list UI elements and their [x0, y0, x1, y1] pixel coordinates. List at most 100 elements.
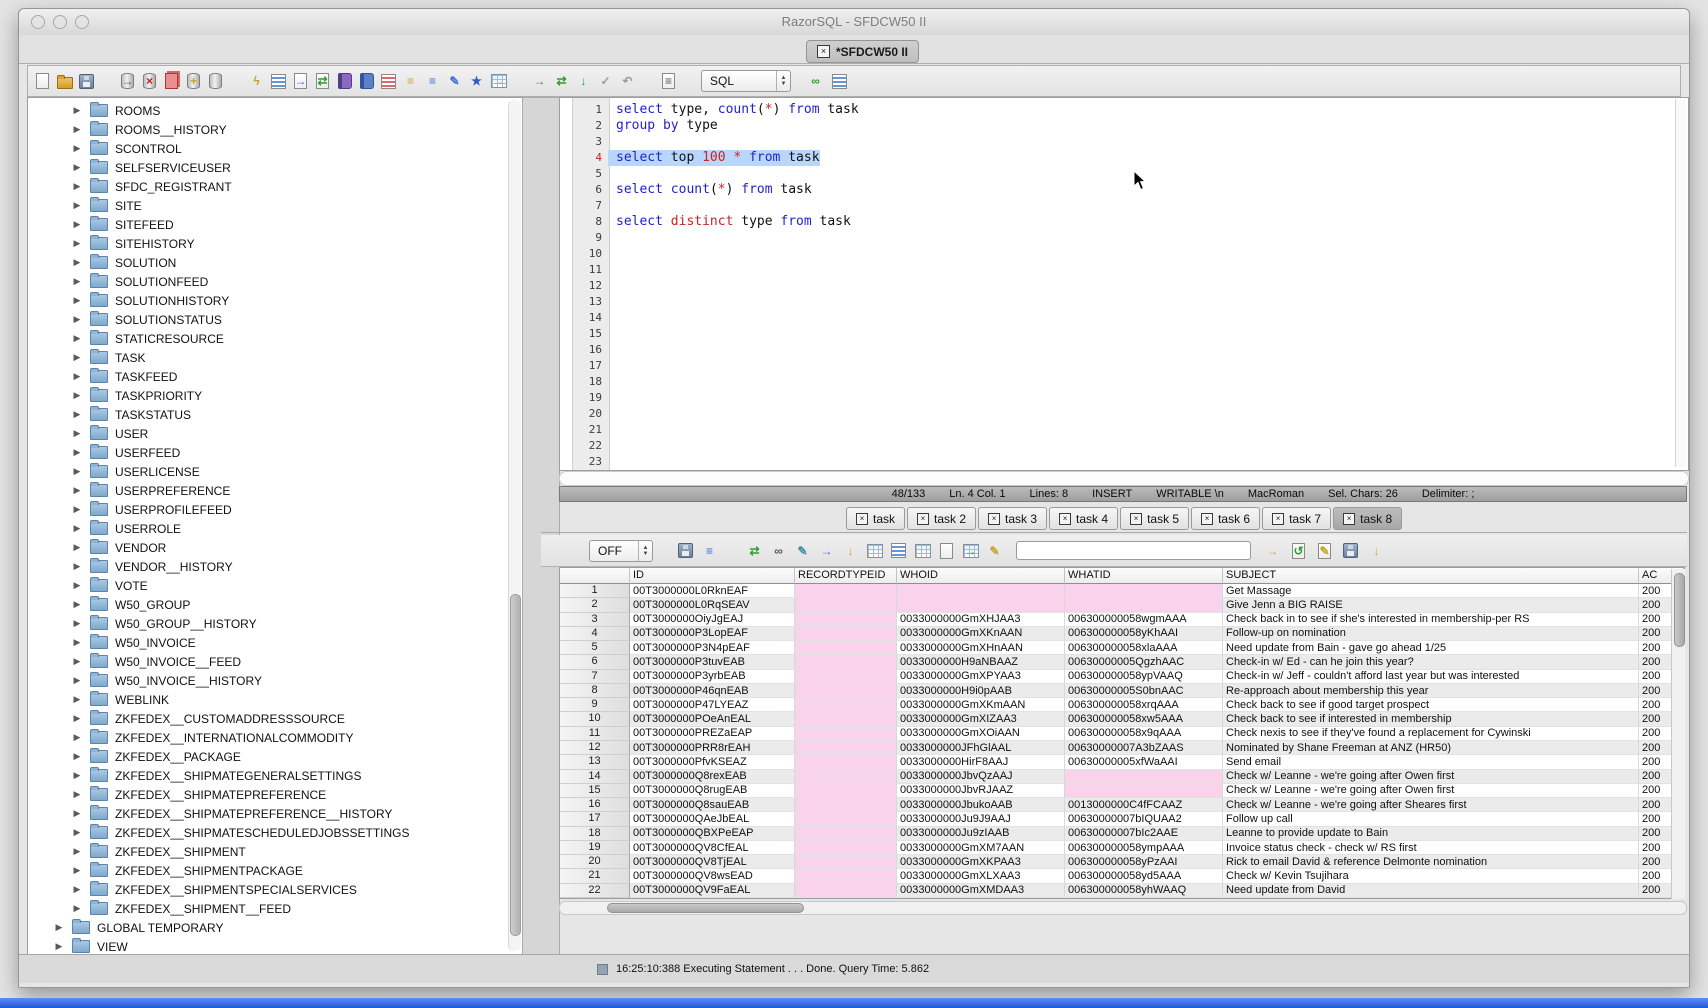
grid-cell[interactable]: Follow-up on nomination: [1223, 627, 1639, 641]
tree-item-rooms[interactable]: ▶ROOMS: [28, 101, 508, 120]
grid-cell[interactable]: [795, 598, 897, 612]
grid-cell[interactable]: 00T3000000QV8CfEAL: [630, 841, 795, 855]
export-results-icon[interactable]: ↺: [1290, 542, 1307, 559]
copy-icon[interactable]: [163, 73, 180, 90]
row-number[interactable]: 17: [560, 812, 630, 826]
code-line[interactable]: 15: [572, 326, 1688, 342]
grid-cell[interactable]: 006300000058wgmAAA: [1065, 613, 1223, 627]
row-number[interactable]: 22: [560, 884, 630, 898]
grid-cell[interactable]: [795, 584, 897, 598]
code-line[interactable]: 3: [572, 134, 1688, 150]
grid-cell[interactable]: 006300000058yKhAAI: [1065, 627, 1223, 641]
grid-cell[interactable]: Give Jenn a BIG RAISE: [1223, 598, 1639, 612]
grid-cell[interactable]: [795, 812, 897, 826]
code-line[interactable]: 5: [572, 166, 1688, 182]
select-options-icon[interactable]: [890, 542, 907, 559]
grid-cell[interactable]: 006300000058yPzAAI: [1065, 855, 1223, 869]
grid-cell[interactable]: Check w/ Kevin Tsujihara: [1223, 869, 1639, 883]
tree-item-w50-invoice-feed[interactable]: ▶W50_INVOICE__FEED: [28, 652, 508, 671]
tree-item-userpreference[interactable]: ▶USERPREFERENCE: [28, 481, 508, 500]
grid-cell[interactable]: 00630000005S0bnAAC: [1065, 684, 1223, 698]
tree-item-zkfedex-internationalcommodity[interactable]: ▶ZKFEDEX__INTERNATIONALCOMMODITY: [28, 728, 508, 747]
grid-cell[interactable]: 00T3000000P3LopEAF: [630, 627, 795, 641]
row-number[interactable]: 15: [560, 784, 630, 798]
code-line[interactable]: 11: [572, 262, 1688, 278]
expand-triangle-icon[interactable]: ▶: [72, 238, 82, 249]
expand-triangle-icon[interactable]: ▶: [72, 314, 82, 325]
grid-cell[interactable]: Check back to see if good target prospec…: [1223, 698, 1639, 712]
grid-cell[interactable]: Check back to see if interested in membe…: [1223, 712, 1639, 726]
grid-cell[interactable]: 0033000000GmXPYAA3: [897, 670, 1065, 684]
tree-item-site[interactable]: ▶SITE: [28, 196, 508, 215]
tree-item-solution[interactable]: ▶SOLUTION: [28, 253, 508, 272]
tree-item-user[interactable]: ▶USER: [28, 424, 508, 443]
grid-cell[interactable]: [795, 641, 897, 655]
tree-item-zkfedex-customaddresssource[interactable]: ▶ZKFEDEX__CUSTOMADDRESSSOURCE: [28, 709, 508, 728]
refresh-results-icon[interactable]: ⇄: [746, 542, 763, 559]
rollback-icon[interactable]: ↶: [619, 73, 636, 90]
tree-item-task[interactable]: ▶TASK: [28, 348, 508, 367]
row-number[interactable]: 21: [560, 869, 630, 883]
expand-triangle-icon[interactable]: ▶: [72, 599, 82, 610]
table-info-icon[interactable]: [831, 73, 848, 90]
grid-cell[interactable]: Send email: [1223, 755, 1639, 769]
grid-cell[interactable]: [795, 613, 897, 627]
panel-view-icon[interactable]: [914, 542, 931, 559]
tree-item-zkfedex-shipmategeneralsettings[interactable]: ▶ZKFEDEX__SHIPMATEGENERALSETTINGS: [28, 766, 508, 785]
connect-db-icon[interactable]: →: [119, 73, 136, 90]
grid-cell[interactable]: 006300000058xlaAAA: [1065, 641, 1223, 655]
tree-item-userprofilefeed[interactable]: ▶USERPROFILEFEED: [28, 500, 508, 519]
grid-cell[interactable]: [1065, 784, 1223, 798]
grid-cell[interactable]: 0033000000GmXKmAAN: [897, 698, 1065, 712]
grid-cell[interactable]: 00T3000000P3yrbEAB: [630, 670, 795, 684]
fetch-more-icon[interactable]: ↓: [1368, 542, 1385, 559]
fetch-next-icon[interactable]: ↓: [575, 73, 592, 90]
column-header-recordtypeid[interactable]: RECORDTYPEID: [795, 568, 897, 584]
close-tab-icon[interactable]: ×: [1272, 513, 1284, 525]
grid-cell[interactable]: 0033000000GmXM7AAN: [897, 841, 1065, 855]
column-header[interactable]: [560, 568, 630, 584]
grid-cell[interactable]: 00T3000000Q8rugEAB: [630, 784, 795, 798]
grid-horizontal-scrollbar[interactable]: [559, 901, 1687, 915]
save-file-icon[interactable]: [78, 73, 95, 90]
code-line[interactable]: 12: [572, 278, 1688, 294]
grid-cell[interactable]: 00T3000000PREZaEAP: [630, 727, 795, 741]
close-tab-icon[interactable]: ×: [1201, 513, 1213, 525]
tree-item-sitehistory[interactable]: ▶SITEHISTORY: [28, 234, 508, 253]
grid-cell[interactable]: 0033000000Ju9J9AAJ: [897, 812, 1065, 826]
favorites-star-icon[interactable]: ★: [468, 73, 485, 90]
column-header-whoid[interactable]: WHOID: [897, 568, 1065, 584]
grid-cell[interactable]: Check back in to see if she's interested…: [1223, 613, 1639, 627]
grid-cell[interactable]: 0013000000C4fFCAAZ: [1065, 798, 1223, 812]
expand-triangle-icon[interactable]: ▶: [72, 637, 82, 648]
sort-list-icon[interactable]: ≡: [402, 73, 419, 90]
code-line[interactable]: 13: [572, 294, 1688, 310]
import-icon[interactable]: ⇄: [314, 73, 331, 90]
grid-cell[interactable]: [795, 698, 897, 712]
row-number[interactable]: 16: [560, 798, 630, 812]
grid-cell[interactable]: 0033000000GmXIZAA3: [897, 712, 1065, 726]
tree-item-taskfeed[interactable]: ▶TASKFEED: [28, 367, 508, 386]
expand-triangle-icon[interactable]: ▶: [72, 656, 82, 667]
expand-triangle-icon[interactable]: ▶: [72, 504, 82, 515]
grid-cell[interactable]: [897, 598, 1065, 612]
describe-icon[interactable]: ∞: [807, 73, 824, 90]
grid-cell[interactable]: [1065, 770, 1223, 784]
editor-vertical-scrollbar[interactable]: [1675, 99, 1687, 467]
result-tab-task-4[interactable]: ×task 4: [1049, 507, 1118, 530]
grid-cell[interactable]: [795, 884, 897, 898]
grid-cell[interactable]: 00T3000000QBXPeEAP: [630, 827, 795, 841]
code-line[interactable]: 10: [572, 246, 1688, 262]
expand-triangle-icon[interactable]: ▶: [72, 694, 82, 705]
tree-item-zkfedex-shipmatepreference[interactable]: ▶ZKFEDEX__SHIPMATEPREFERENCE: [28, 785, 508, 804]
grid-horizontal-scrollbar-thumb[interactable]: [607, 903, 804, 913]
grid-cell[interactable]: 00T3000000PfvKSEAZ: [630, 755, 795, 769]
results-search-input[interactable]: [1016, 541, 1251, 560]
grid-cell[interactable]: 006300000058yd5AAA: [1065, 869, 1223, 883]
grid-cell[interactable]: Need update from Bain - gave go ahead 1/…: [1223, 641, 1639, 655]
expand-triangle-icon[interactable]: ▶: [72, 846, 82, 857]
expand-triangle-icon[interactable]: ▶: [72, 124, 82, 135]
tree-item-weblink[interactable]: ▶WEBLINK: [28, 690, 508, 709]
expand-triangle-icon[interactable]: ▶: [72, 865, 82, 876]
expand-triangle-icon[interactable]: ▶: [72, 561, 82, 572]
